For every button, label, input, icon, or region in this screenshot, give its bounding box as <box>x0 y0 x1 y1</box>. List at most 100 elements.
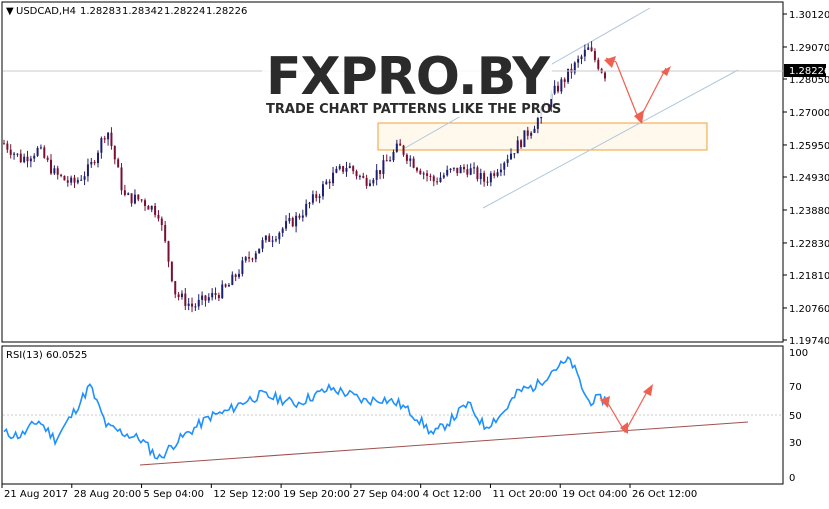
candle-body <box>442 175 445 178</box>
candle-body <box>36 147 39 156</box>
time-tick-label: 11 Oct 20:00 <box>492 489 557 500</box>
candle-body <box>90 161 93 165</box>
candle-body <box>553 85 556 94</box>
candle-body <box>133 194 136 204</box>
candle-body <box>33 155 36 159</box>
candle-body <box>321 184 324 197</box>
candle-body <box>604 72 606 79</box>
rsi-label: RSI(13) 60.0525 <box>6 350 87 361</box>
rsi-tick: 100 <box>789 348 808 359</box>
candle-body <box>315 194 318 198</box>
candle-body <box>583 49 586 57</box>
candle-body <box>97 152 100 164</box>
candle-body <box>29 158 32 162</box>
candle-body <box>194 306 197 308</box>
candle-body <box>197 299 200 307</box>
candle-body <box>46 157 49 160</box>
candle-body <box>489 173 492 183</box>
candle-body <box>113 145 116 160</box>
time-axis: 21 Aug 2017 28 Aug 20:00 5 Sep 04:00 12 Sep… <box>1 484 697 500</box>
candle-body <box>231 274 234 285</box>
candle-body <box>597 59 600 69</box>
support-zone <box>377 122 708 151</box>
candle-body <box>224 284 227 287</box>
candle-body <box>23 156 26 163</box>
candle-body <box>375 170 378 180</box>
candle-body <box>278 232 281 240</box>
rsi-tick: 70 <box>789 382 802 393</box>
candle-body <box>520 140 523 147</box>
candle-body <box>154 205 157 215</box>
candle-body <box>50 159 53 174</box>
price-tick-label: 1.23880 <box>789 206 829 217</box>
candle-body <box>177 294 180 298</box>
candle-body <box>509 153 512 160</box>
candle-body <box>530 132 533 136</box>
candle-body <box>274 239 277 241</box>
time-tick-label: 21 Aug 2017 <box>4 489 68 500</box>
candle-body <box>103 138 106 140</box>
candle-body <box>217 294 220 299</box>
candle-body <box>348 166 351 169</box>
candle-body <box>432 176 435 182</box>
candle-body <box>389 160 392 162</box>
price-axis: 1.301201.290701.280501.270001.259501.249… <box>783 10 829 347</box>
candle-body <box>526 130 529 136</box>
candle-body <box>365 177 368 186</box>
candle-body <box>174 281 177 295</box>
candle-body <box>127 193 130 195</box>
candle-body <box>422 173 425 175</box>
candle-body <box>466 169 469 175</box>
candle-body <box>493 173 496 176</box>
candle-body <box>9 149 12 155</box>
candle-body <box>379 170 382 174</box>
candle-body <box>301 215 304 218</box>
time-tick-label: 12 Sep 12:00 <box>213 489 280 500</box>
candle-body <box>593 51 596 60</box>
candle-body <box>73 177 76 183</box>
candle-body <box>429 175 432 177</box>
candle-body <box>486 181 489 183</box>
candle-body <box>499 169 502 173</box>
candle-body <box>409 158 412 161</box>
candle-body <box>536 118 539 129</box>
time-tick-label: 4 Oct 12:00 <box>423 489 482 500</box>
candle-body <box>503 162 506 170</box>
candle-body <box>560 79 563 92</box>
candle-body <box>577 59 580 63</box>
ohlc-low: 1.28224 <box>164 6 205 17</box>
candle-body <box>201 295 204 300</box>
candle-body <box>137 194 140 200</box>
candle-body <box>258 248 261 254</box>
candle-body <box>26 156 29 162</box>
ohlc-open: 1.28283 <box>80 6 121 17</box>
candle-body <box>456 167 459 174</box>
candle-body <box>476 167 479 180</box>
candle-body <box>187 303 190 306</box>
candle-body <box>308 202 311 204</box>
candle-body <box>446 169 449 176</box>
candle-body <box>170 261 173 282</box>
ohlc-high: 1.28342 <box>122 6 163 17</box>
time-tick-label: 26 Oct 12:00 <box>632 489 697 500</box>
candle-body <box>53 168 56 174</box>
candle-body <box>271 240 274 242</box>
candle-body <box>157 214 160 219</box>
candle-body <box>556 85 559 92</box>
candle-body <box>268 235 271 242</box>
candle-body <box>221 284 224 299</box>
candle-body <box>473 167 476 169</box>
price-tick-label: 1.20760 <box>789 304 829 315</box>
candle-body <box>352 166 355 172</box>
candle-body <box>533 128 536 133</box>
symbol-dropdown-icon[interactable]: ▼ <box>6 6 14 17</box>
candle-body <box>402 145 405 155</box>
candle-body <box>211 292 214 298</box>
candle-body <box>405 154 408 161</box>
candle-body <box>120 167 123 191</box>
price-tick-label: 1.29070 <box>789 43 829 54</box>
time-tick-label: 19 Sep 20:00 <box>283 489 350 500</box>
candle-body <box>506 159 509 163</box>
price-tick-label: 1.19740 <box>789 336 829 347</box>
candle-body <box>449 168 452 170</box>
